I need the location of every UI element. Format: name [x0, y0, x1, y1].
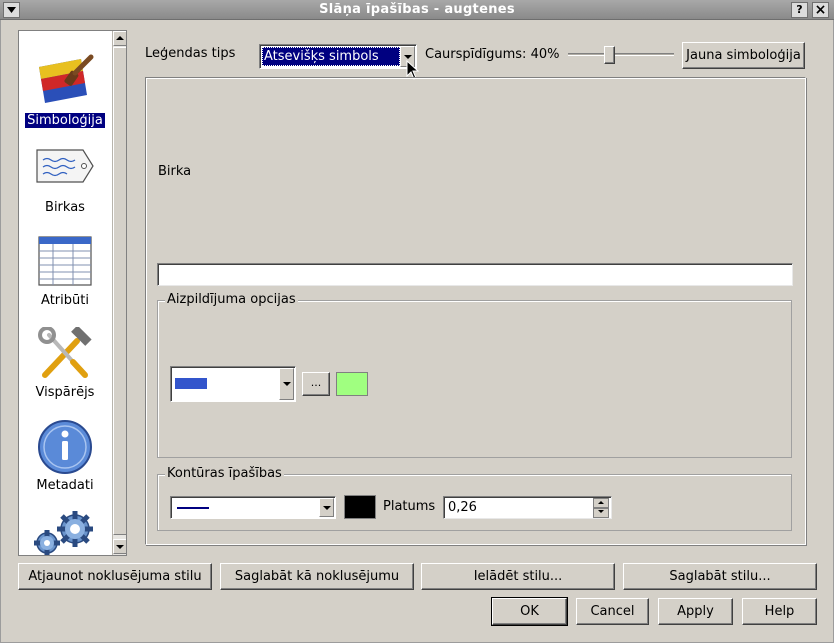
fill-pattern-swatch [175, 378, 207, 389]
legend-type-label: Leģendas tips [145, 46, 236, 61]
attribute-table-icon [38, 236, 92, 286]
transparency-slider-track[interactable] [568, 53, 674, 56]
help-icon[interactable]: ? [791, 2, 808, 18]
sidebar-item-general[interactable]: Vispārējs [19, 327, 111, 400]
sidebar-item-labels[interactable]: Birkas [19, 146, 111, 215]
category-list-scrollbar[interactable] [112, 31, 126, 555]
sidebar-item-label: Metadati [36, 478, 94, 493]
scroll-up-button[interactable] [113, 31, 126, 46]
restore-default-style-button[interactable]: Atjaunot noklusējuma stilu [18, 563, 212, 590]
label-tag-icon [36, 149, 94, 183]
transparency-label: Caurspīdīgums: 40% [425, 47, 560, 62]
width-spin-down[interactable] [593, 508, 609, 518]
width-input[interactable]: 0,26 [443, 496, 612, 519]
outline-color-button[interactable] [344, 495, 376, 519]
scroll-thumb[interactable] [113, 47, 126, 535]
width-label: Platums [383, 499, 436, 514]
category-list[interactable]: Simboloģija Birkas Atribūti Vispārējs Me… [18, 30, 127, 556]
sidebar-item-label: Vispārējs [35, 385, 95, 400]
fill-color-button[interactable] [336, 372, 368, 396]
sidebar-item-label: Birkas [45, 200, 85, 215]
fill-pattern-select[interactable] [170, 366, 296, 402]
outline-line-preview [177, 507, 209, 509]
fill-more-button[interactable]: ... [302, 372, 330, 396]
label-input[interactable] [157, 263, 793, 286]
save-style-button[interactable]: Saglabāt stilu... [623, 563, 817, 590]
sidebar-item-more[interactable] [19, 509, 111, 555]
gears-icon [34, 511, 93, 555]
fill-options-title: Aizpildījuma opcijas [165, 292, 298, 307]
symbology-icon [39, 54, 94, 103]
info-icon [38, 420, 92, 474]
outline-style-select[interactable] [170, 496, 336, 519]
label-field-title: Birka [158, 164, 192, 179]
save-as-default-button[interactable]: Saglabāt kā noklusējumu [220, 563, 414, 590]
width-value: 0,26 [448, 500, 477, 515]
chevron-down-icon[interactable] [279, 368, 294, 400]
legend-type-value: Atsevišķs simbols [262, 47, 400, 66]
apply-button[interactable]: Apply [658, 598, 733, 625]
width-spin-up[interactable] [593, 498, 609, 508]
sidebar-item-label: Atribūti [41, 293, 89, 308]
tools-icon [38, 327, 92, 378]
scroll-down-button[interactable] [113, 539, 126, 554]
outline-properties-title: Kontūras īpašības [165, 466, 284, 481]
chevron-down-icon[interactable] [319, 498, 334, 517]
new-symbology-button[interactable]: Jauna simboloģija [682, 42, 805, 69]
title-bar[interactable]: Slāņa īpašības - augtenes ? × [0, 0, 834, 20]
cancel-button[interactable]: Cancel [576, 598, 649, 625]
sidebar-item-symbology[interactable]: Simboloģija [19, 53, 111, 129]
legend-type-select[interactable]: Atsevišķs simbols [259, 44, 417, 69]
window-title: Slāņa īpašības - augtenes [319, 2, 515, 17]
load-style-button[interactable]: Ielādēt stilu... [421, 563, 615, 590]
ok-button[interactable]: OK [491, 597, 568, 626]
transparency-slider-handle[interactable] [604, 46, 615, 64]
close-icon[interactable]: × [812, 2, 829, 18]
sidebar-item-metadata[interactable]: Metadati [19, 418, 111, 493]
sidebar-item-attributes[interactable]: Atribūti [19, 235, 111, 308]
help-button[interactable]: Help [742, 598, 817, 625]
sidebar-item-label: Simboloģija [24, 112, 106, 129]
